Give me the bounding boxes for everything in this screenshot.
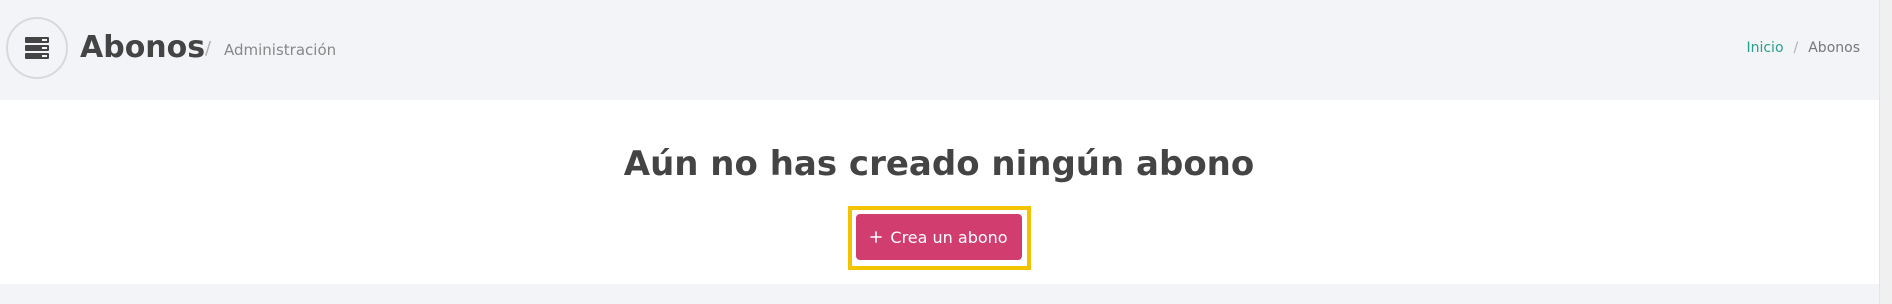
main-card: Aún no has creado ningún abono Crea un a… xyxy=(0,100,1892,284)
vertical-scrollbar[interactable] xyxy=(1879,0,1892,304)
page-title: Abonos xyxy=(80,30,206,65)
page-header: Abonos / Administración Inicio / Abonos xyxy=(0,0,1892,100)
breadcrumb-current: Abonos xyxy=(1808,40,1860,56)
breadcrumb: Inicio / Abonos xyxy=(1746,40,1860,56)
page-subtitle: Administración xyxy=(224,41,337,59)
create-abono-button-label: Crea un abono xyxy=(890,227,1008,247)
empty-state-message: Aún no has creado ningún abono xyxy=(623,144,1255,184)
create-abono-button[interactable]: Crea un abono xyxy=(856,214,1022,260)
server-stack-icon xyxy=(6,17,68,79)
title-separator: / xyxy=(205,38,212,59)
plus-icon xyxy=(870,228,883,247)
breadcrumb-separator: / xyxy=(1793,40,1799,56)
breadcrumb-home-link[interactable]: Inicio xyxy=(1746,40,1783,56)
